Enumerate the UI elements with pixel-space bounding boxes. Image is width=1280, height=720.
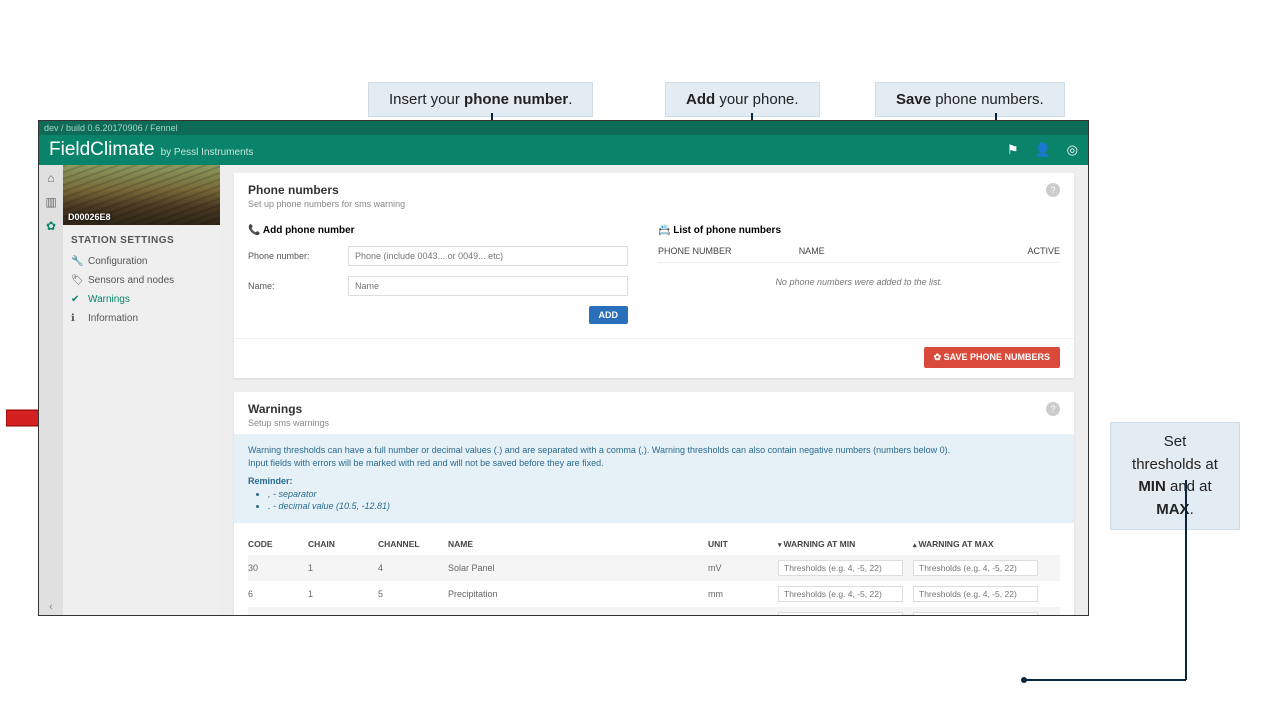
menu-sensors[interactable]: 🏷Sensors and nodes [63, 271, 220, 290]
breadcrumb: dev / build 0.6.20170906 / Fennel [39, 121, 1088, 135]
station-image: D00026E8 [63, 165, 220, 225]
station-panel: D00026E8 STATION SETTINGS 🔧Configuration… [63, 165, 220, 616]
menu-configuration[interactable]: 🔧Configuration [63, 252, 220, 271]
table-row: 717BatterymV [248, 607, 1060, 616]
phone-title: Phone numbers [248, 183, 405, 197]
threshold-max-input[interactable] [913, 612, 1038, 616]
icon-sidebar: ⌂ ▥ ✿ ‹ [39, 165, 63, 616]
warnings-table: CODE CHAIN CHANNEL NAME UNIT WARNING AT … [234, 523, 1074, 616]
station-settings-title: STATION SETTINGS [63, 225, 220, 252]
phone-name-input[interactable] [348, 276, 628, 296]
logo: FieldClimateby Pessl Instruments [49, 139, 253, 161]
help-icon[interactable]: ? [1046, 183, 1060, 197]
warnings-card: Warnings Setup sms warnings ? Warning th… [234, 392, 1074, 616]
table-row: 3014Solar PanelmV [248, 555, 1060, 581]
menu-information[interactable]: ℹInformation [63, 309, 220, 328]
warnings-title: Warnings [248, 402, 329, 416]
threshold-max-input[interactable] [913, 586, 1038, 602]
home-icon[interactable]: ⌂ [47, 171, 54, 185]
collapse-sidebar[interactable]: ‹ [49, 601, 53, 613]
help-icon[interactable]: ? [1046, 402, 1060, 416]
app-header: FieldClimateby Pessl Instruments ⚑ 👤 ◎ [39, 135, 1088, 165]
callout-phone-number: Insert your phone number. [368, 82, 593, 117]
threshold-min-input[interactable] [778, 612, 903, 616]
menu-warnings[interactable]: ✔Warnings [63, 290, 220, 309]
chart-icon[interactable]: ▥ [45, 195, 56, 209]
broadcast-icon[interactable]: ◎ [1067, 142, 1078, 158]
phone-number-input[interactable] [348, 246, 628, 266]
flag-icon[interactable]: ⚑ [1007, 142, 1019, 158]
list-icon: 📇 [658, 225, 673, 236]
callout-save: Save phone numbers. [875, 82, 1065, 117]
threshold-max-input[interactable] [913, 560, 1038, 576]
callout-threshold: Set thresholds at MIN and at MAX. [1110, 422, 1240, 530]
save-phone-button[interactable]: ✿ SAVE PHONE NUMBERS [924, 347, 1060, 368]
threshold-min-input[interactable] [778, 586, 903, 602]
gear-icon[interactable]: ✿ [46, 219, 56, 233]
phone-card: Phone numbers Set up phone numbers for s… [234, 173, 1074, 378]
table-row: 615Precipitationmm [248, 581, 1060, 607]
phone-icon: 📞 [248, 225, 263, 236]
threshold-min-input[interactable] [778, 560, 903, 576]
callout-add: Add your phone. [665, 82, 820, 117]
phone-subtitle: Set up phone numbers for sms warning [248, 199, 405, 209]
empty-list: No phone numbers were added to the list. [658, 263, 1060, 301]
info-box: Warning thresholds can have a full numbe… [234, 434, 1074, 523]
user-icon[interactable]: 👤 [1034, 142, 1050, 158]
add-button[interactable]: ADD [589, 306, 629, 324]
station-id: D00026E8 [68, 212, 111, 222]
